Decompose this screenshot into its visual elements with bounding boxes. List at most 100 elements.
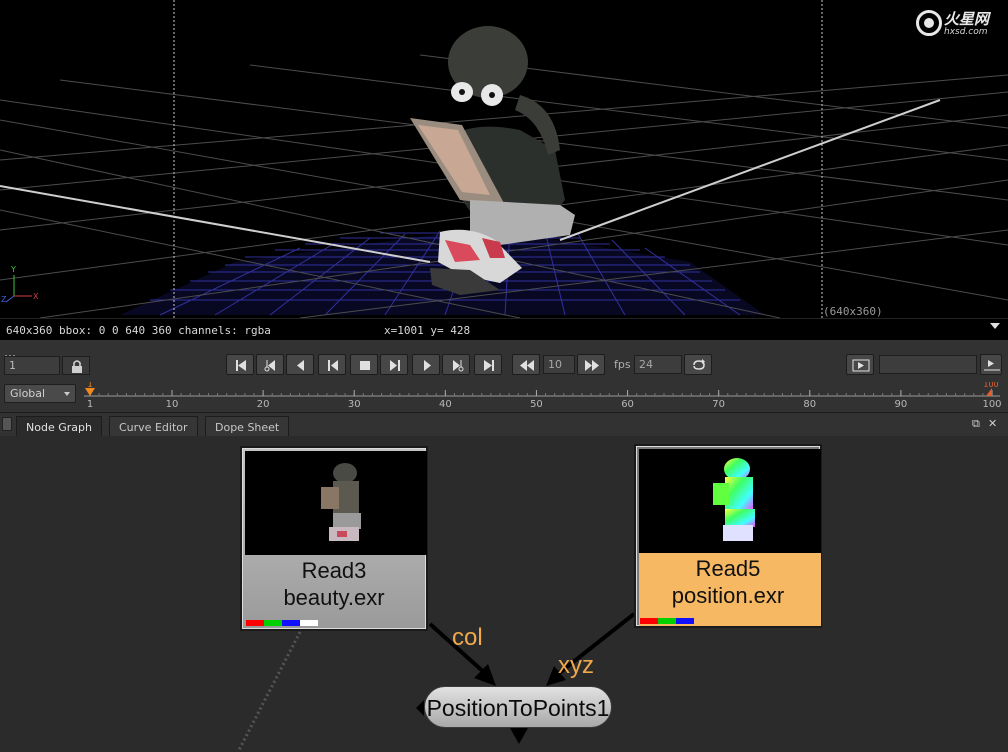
- previous-keyframe-button[interactable]: [256, 354, 284, 375]
- link-read3-downstream: [236, 631, 302, 752]
- tab-dope-sheet[interactable]: Dope Sheet: [205, 416, 290, 437]
- stop-button[interactable]: [350, 354, 378, 375]
- link-label-xyz: xyz: [558, 652, 594, 679]
- read3-file: beauty.exr: [283, 585, 385, 610]
- mask-input-arrow-icon: [416, 700, 424, 716]
- range-end-button[interactable]: [980, 354, 1002, 375]
- viewer-resolution-label: (640x360): [823, 305, 883, 318]
- viewer-canvas[interactable]: Y X Z 火星网 hxsd.com (640x360): [0, 0, 1008, 318]
- next-frame-button[interactable]: [380, 354, 408, 375]
- channel-blue: [282, 620, 300, 626]
- step-forward-increment-button[interactable]: [577, 354, 605, 375]
- timeline-end-marker-label: 100: [983, 382, 998, 389]
- range-end-icon: [984, 360, 1000, 371]
- svg-text:Z: Z: [1, 295, 7, 304]
- rewind-icon: [520, 360, 534, 371]
- read5-name: Read5: [695, 556, 761, 581]
- fps-label: fps: [614, 358, 631, 371]
- timeline-start-marker-icon[interactable]: [85, 388, 95, 396]
- output-arrow-icon: [510, 728, 528, 744]
- panel-tab-bar: Node Graph Curve Editor Dope Sheet ⧉ ✕: [0, 412, 1008, 438]
- read5-thumbnail-image: [713, 458, 755, 541]
- node-position-to-points[interactable]: PositionToPoints1: [424, 686, 612, 728]
- node-read5[interactable]: Read5 position.exr: [634, 444, 822, 628]
- info-bar-dropdown-icon[interactable]: [990, 323, 1000, 329]
- toolbar-grip-icon[interactable]: [4, 343, 16, 357]
- loop-mode-button[interactable]: [684, 354, 712, 375]
- read5-channel-indicator: [640, 618, 694, 624]
- frame-increment-input[interactable]: 10: [543, 355, 575, 374]
- stop-icon: [360, 361, 370, 370]
- viewer-3d-scene: Y X Z: [0, 0, 1008, 318]
- axis-x-line: [0, 185, 431, 263]
- last-frame-icon: [484, 360, 494, 371]
- first-frame-icon: [236, 360, 246, 371]
- range-input[interactable]: [879, 355, 977, 374]
- close-panel-icon[interactable]: ✕: [988, 417, 997, 430]
- node-graph-canvas[interactable]: Read3 beauty.exr Read5 position.exr col …: [0, 436, 1008, 752]
- first-frame-button[interactable]: [226, 354, 254, 375]
- float-panel-icon[interactable]: ⧉: [972, 417, 980, 431]
- axis-gizmo: Y X Z: [1, 265, 39, 304]
- panel-menu-icon[interactable]: [2, 417, 12, 431]
- timeline-end-marker-icon[interactable]: [986, 388, 992, 396]
- channel-red: [246, 620, 264, 626]
- timeline-tick-label: 40: [439, 399, 452, 410]
- viewer-format-info: 640x360 bbox: 0 0 640 360 channels: rgba: [6, 324, 271, 337]
- play-range-button[interactable]: [846, 354, 874, 375]
- play-range-icon: [852, 359, 870, 372]
- link-label-col: col: [452, 624, 483, 651]
- read3-channel-indicator: [246, 620, 318, 626]
- tab-curve-editor[interactable]: Curve Editor: [109, 416, 198, 437]
- channel-green: [264, 620, 282, 626]
- current-frame-input[interactable]: 1: [4, 356, 60, 375]
- frame-lock-button[interactable]: [62, 356, 90, 375]
- timeline-tick-label: 1: [87, 399, 93, 410]
- viewer-pixel-coords: x=1001 y= 428: [384, 324, 471, 337]
- timeline-tick-label: 50: [530, 399, 543, 410]
- next-frame-icon: [390, 360, 400, 371]
- read3-thumbnail: [245, 451, 427, 555]
- play-backward-icon: [297, 360, 304, 371]
- read3-thumbnail-image: [321, 463, 361, 541]
- timeline-ruler[interactable]: 1 10 20 30 40 50 60 70 80 90 100 1 100: [0, 382, 1008, 412]
- previous-frame-button[interactable]: [318, 354, 346, 375]
- timeline-tick-label: 100: [982, 399, 1001, 410]
- last-frame-button[interactable]: [474, 354, 502, 375]
- read5-file: position.exr: [671, 583, 785, 608]
- next-keyframe-icon: [453, 360, 464, 372]
- tab-node-graph[interactable]: Node Graph: [16, 416, 102, 438]
- watermark-logo-icon: [916, 10, 942, 36]
- timeline-bar: Global 1 10 20 30 40 50 60 70 80 90 100 1 100: [0, 382, 1008, 412]
- channel-blue: [676, 618, 694, 624]
- node-read3[interactable]: Read3 beauty.exr: [240, 446, 428, 631]
- read3-name: Read3: [301, 558, 367, 583]
- timeline-tick-label: 30: [348, 399, 361, 410]
- play-forward-button[interactable]: [412, 354, 440, 375]
- watermark-url: hxsd.com: [944, 27, 988, 37]
- play-forward-icon: [424, 360, 431, 371]
- axis-z-line: [559, 99, 941, 241]
- read5-label: Read5 position.exr: [636, 555, 820, 609]
- channel-alpha: [300, 620, 318, 626]
- timeline-start-marker-label: 1: [87, 382, 92, 389]
- next-keyframe-button[interactable]: [442, 354, 470, 375]
- play-backward-button[interactable]: [286, 354, 314, 375]
- timeline-tick-label: 20: [257, 399, 270, 410]
- fps-input[interactable]: 24: [634, 355, 682, 374]
- loop-icon: [693, 359, 705, 370]
- viewer-info-bar: 640x360 bbox: 0 0 640 360 channels: rgba…: [0, 318, 1008, 340]
- channel-green: [658, 618, 676, 624]
- fast-forward-icon: [585, 360, 599, 371]
- read5-thumbnail: [639, 449, 821, 553]
- watermark-brand: 火星网: [944, 10, 990, 28]
- previous-frame-icon: [328, 360, 338, 371]
- svg-text:Y: Y: [10, 265, 16, 274]
- svg-text:X: X: [33, 292, 39, 301]
- lock-icon: [72, 360, 82, 373]
- timeline-tick-label: 10: [166, 399, 179, 410]
- step-back-increment-button[interactable]: [512, 354, 540, 375]
- playback-toolbar: 1 10 fps 24: [0, 340, 1008, 382]
- read3-label: Read3 beauty.exr: [242, 557, 426, 611]
- previous-keyframe-icon: [264, 360, 275, 372]
